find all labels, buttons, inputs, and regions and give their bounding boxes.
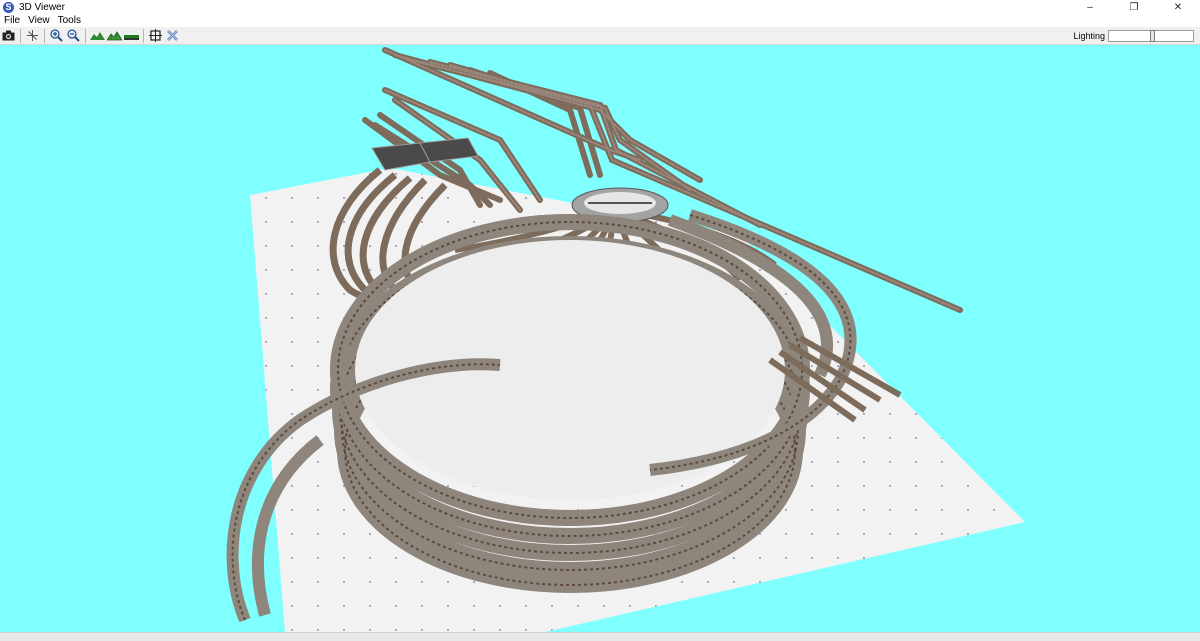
toolbar: Lighting — [0, 27, 1200, 45]
terrain-icon — [89, 32, 105, 40]
fit-view-button[interactable] — [147, 28, 163, 43]
axes-button[interactable] — [24, 28, 40, 43]
toolbar-separator — [143, 28, 144, 43]
minimize-button[interactable]: – — [1068, 0, 1112, 14]
zoom-in-button[interactable] — [48, 28, 64, 43]
terrain-button[interactable] — [89, 28, 105, 43]
terrain-mesh-button[interactable] — [106, 28, 122, 43]
window-title: 3D Viewer — [19, 1, 65, 13]
baseboard-button[interactable] — [123, 28, 139, 43]
menu-tools[interactable]: Tools — [54, 15, 85, 26]
menu-file[interactable]: File — [0, 15, 24, 26]
zoom-out-button[interactable] — [65, 28, 81, 43]
helix — [330, 214, 810, 593]
axes-icon — [26, 30, 38, 41]
menu-view[interactable]: View — [24, 15, 54, 26]
lighting-control: Lighting — [1073, 28, 1194, 43]
lighting-label: Lighting — [1073, 30, 1105, 41]
toolbar-separator — [20, 28, 21, 43]
app-icon: S — [3, 1, 14, 13]
camera-icon — [2, 30, 14, 41]
terrain-mesh-icon — [106, 31, 122, 41]
lighting-slider[interactable] — [1108, 29, 1194, 42]
title-bar: S 3D Viewer – ❐ ✕ — [0, 0, 1200, 14]
menu-bar: File View Tools — [0, 14, 1200, 27]
close-view-icon — [166, 30, 178, 41]
fit-view-icon — [148, 29, 162, 42]
baseboard-icon — [123, 35, 139, 40]
window-controls: – ❐ ✕ — [1068, 0, 1200, 14]
3d-viewport[interactable] — [0, 45, 1200, 632]
layout-scene — [226, 47, 1025, 632]
restore-button[interactable]: ❐ — [1112, 0, 1156, 14]
lighting-slider-thumb[interactable] — [1150, 29, 1156, 42]
close-view-button[interactable] — [164, 28, 180, 43]
zoom-in-icon — [49, 29, 63, 42]
zoom-out-icon — [66, 29, 80, 42]
toolbar-separator — [85, 28, 86, 43]
close-button[interactable]: ✕ — [1156, 0, 1200, 14]
camera-button[interactable] — [0, 28, 16, 43]
toolbar-separator — [44, 28, 45, 43]
